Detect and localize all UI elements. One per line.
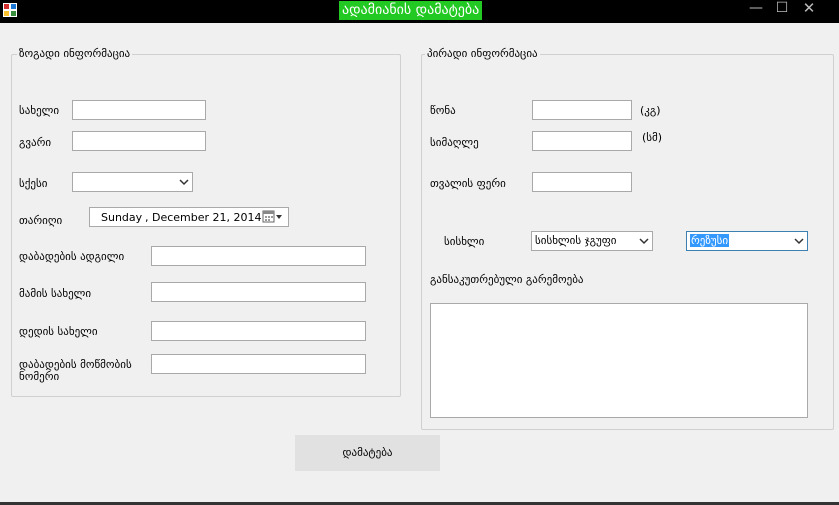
close-button[interactable]: ✕ — [795, 0, 823, 18]
eye-color-label: თვალის ფერი — [430, 177, 506, 190]
eye-color-input[interactable] — [532, 172, 632, 192]
window-title: ადამიანის დამატება — [339, 1, 483, 20]
rhesus-select[interactable]: რეზუსი — [686, 231, 808, 251]
blood-group-value: სისხლის ჯგუფი — [535, 234, 617, 247]
mother-name-input[interactable] — [151, 321, 366, 341]
general-info-legend: ზოგადი ინფორმაცია — [17, 47, 133, 60]
birth-cert-input[interactable] — [151, 354, 366, 374]
title-bar: ადამიანის დამატება — ☐ ✕ — [0, 0, 839, 23]
father-name-label: მამის სახელი — [19, 287, 92, 300]
maximize-button[interactable]: ☐ — [768, 0, 796, 18]
mother-name-label: დედის სახელი — [19, 325, 98, 338]
special-marks-textarea[interactable] — [430, 303, 808, 418]
last-name-input[interactable] — [72, 131, 206, 151]
date-picker[interactable]: Sunday , December 21, 2014 — [89, 207, 289, 227]
gender-label: სქესი — [19, 177, 48, 190]
weight-unit: (კგ) — [640, 104, 661, 117]
app-icon — [3, 3, 17, 17]
date-day: Sunday — [101, 211, 143, 224]
personal-info-legend: პირადი ინფორმაცია — [425, 47, 540, 60]
chevron-down-icon — [794, 235, 804, 247]
rhesus-value: რეზუსი — [690, 234, 730, 247]
blood-group-select[interactable]: სისხლის ჯგუფი — [531, 231, 653, 251]
height-input[interactable] — [532, 131, 632, 151]
birthplace-label: დაბადების ადგილი — [19, 250, 125, 263]
father-name-input[interactable] — [151, 282, 366, 302]
birthplace-input[interactable] — [151, 246, 366, 266]
add-button[interactable]: დამატება — [295, 435, 440, 471]
chevron-down-icon — [179, 176, 189, 188]
first-name-label: სახელი — [19, 104, 60, 117]
birth-cert-label: დაბადების მოწმობის ნომერი — [19, 358, 132, 383]
first-name-input[interactable] — [72, 100, 206, 120]
weight-input[interactable] — [532, 100, 632, 120]
calendar-icon[interactable] — [262, 210, 284, 227]
height-unit: (სმ) — [642, 131, 663, 144]
last-name-label: გვარი — [19, 136, 52, 149]
chevron-down-icon — [639, 235, 649, 247]
weight-label: წონა — [430, 104, 456, 117]
blood-label: სისხლი — [444, 235, 485, 248]
gender-select[interactable] — [72, 172, 193, 192]
special-marks-label: განსაკუთრებული გარემოება — [430, 273, 584, 286]
minimize-button[interactable]: — — [742, 0, 770, 18]
date-label: თარიღი — [19, 214, 63, 227]
date-value: , December 21, 2014 — [145, 211, 262, 224]
height-label: სიმაღლე — [430, 136, 479, 149]
